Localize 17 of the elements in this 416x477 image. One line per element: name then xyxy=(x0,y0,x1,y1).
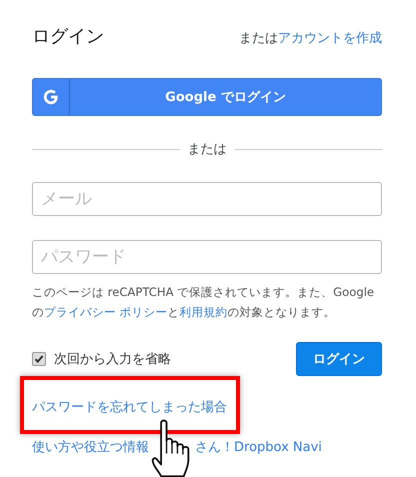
recaptcha-notice: このページは reCAPTCHA で保護されています。また、Google のプライバシー ポリシー と 利用規約の対象となります。 xyxy=(32,284,376,321)
forgot-password-link[interactable]: パスワードを忘れてしまった場合 xyxy=(32,400,227,415)
email-field[interactable]: メール xyxy=(32,182,382,216)
google-login-button[interactable]: Google でログイン xyxy=(32,78,382,116)
navi-link[interactable]: さん！Dropbox Navi xyxy=(195,438,322,456)
policy-link[interactable]: 利用規約 xyxy=(180,305,228,319)
page-title: ログイン xyxy=(32,25,104,48)
or-label: または xyxy=(239,31,278,46)
remember-checkbox[interactable] xyxy=(32,352,46,366)
password-field[interactable]: パスワード xyxy=(32,240,382,274)
policy-link[interactable]: プライバシー ポリシー xyxy=(44,305,168,319)
google-g-icon xyxy=(43,89,59,105)
remember-label: 次回から入力を省略 xyxy=(54,351,171,368)
or-divider-text: または xyxy=(188,141,226,158)
create-account-link[interactable]: アカウントを作成 xyxy=(278,31,382,46)
navi-link[interactable]: 使い方や役立つ情報 xyxy=(32,438,149,456)
login-button[interactable]: ログイン xyxy=(296,342,382,376)
